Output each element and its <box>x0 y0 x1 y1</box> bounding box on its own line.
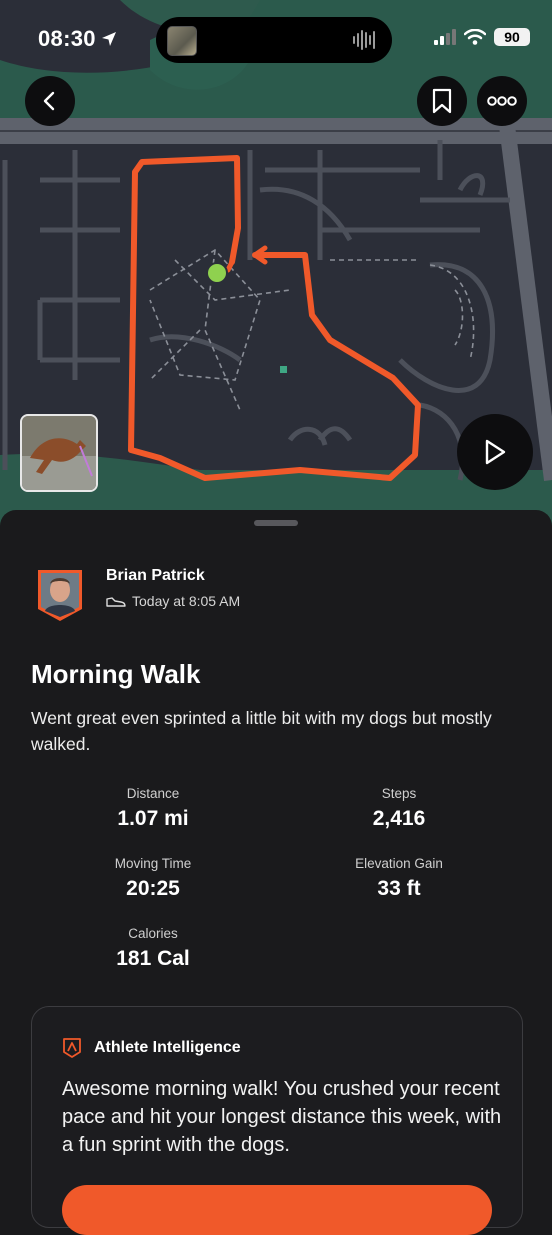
play-icon <box>485 439 506 465</box>
stat-distance: Distance 1.07 mi <box>53 786 253 831</box>
bookmark-icon <box>432 88 452 114</box>
stat-value: 1.07 mi <box>117 807 189 830</box>
activity-meta: Today at 8:05 AM <box>106 593 240 609</box>
stat-label: Steps <box>381 786 417 801</box>
activity-description: Went great even sprinted a little bit wi… <box>31 708 492 754</box>
battery-level: 90 <box>494 28 530 46</box>
start-marker <box>206 262 228 284</box>
cellular-signal-icon <box>434 29 456 45</box>
chevron-left-icon <box>43 91 55 111</box>
bookmark-button[interactable] <box>417 76 467 126</box>
status-clock: 08:30 <box>38 26 118 52</box>
stat-label: Elevation Gain <box>355 856 443 871</box>
athlete-intelligence-title: Athlete Intelligence <box>94 1039 241 1056</box>
stat-calories: Calories 181 Cal <box>53 926 253 971</box>
athlete-intelligence-action-button[interactable] <box>62 1185 492 1235</box>
activity-details-sheet[interactable]: Brian Patrick Today at 8:05 AM Morning W… <box>0 510 552 1235</box>
back-button[interactable] <box>25 76 75 126</box>
dynamic-island[interactable] <box>156 17 392 63</box>
stat-value: 2,416 <box>372 807 426 830</box>
athlete-intelligence-text: Awesome morning walk! You crushed your r… <box>62 1078 502 1156</box>
now-playing-artwork <box>167 26 197 56</box>
shoe-icon <box>106 597 126 607</box>
stat-label: Calories <box>128 926 178 941</box>
stat-value: 181 Cal <box>116 947 190 970</box>
location-arrow-icon <box>101 32 116 46</box>
stat-elevation-gain: Elevation Gain 33 ft <box>299 856 499 901</box>
wifi-icon <box>464 29 486 45</box>
athlete-name[interactable]: Brian Patrick <box>106 567 205 585</box>
audio-waveform-icon <box>353 30 375 50</box>
play-flyover-button[interactable] <box>457 414 533 490</box>
more-options-button[interactable] <box>477 76 527 126</box>
athlete-intelligence-header: Athlete Intelligence <box>62 1037 241 1059</box>
athlete-avatar[interactable] <box>35 567 85 623</box>
route-line <box>128 155 421 481</box>
stat-moving-time: Moving Time 20:25 <box>53 856 253 901</box>
stat-steps: Steps 2,416 <box>299 786 499 831</box>
stat-value: 20:25 <box>126 877 180 900</box>
more-dots-icon <box>487 96 517 106</box>
stat-label: Distance <box>126 786 180 801</box>
activity-photo-thumbnail[interactable] <box>20 414 98 492</box>
athlete-intelligence-icon <box>63 1038 81 1058</box>
athlete-intelligence-card[interactable]: Athlete Intelligence Awesome morning wal… <box>31 1006 523 1235</box>
stat-label: Moving Time <box>114 856 192 871</box>
activity-timestamp: Today at 8:05 AM <box>132 593 241 609</box>
stat-value: 33 ft <box>377 877 421 900</box>
activity-title: Morning Walk <box>31 659 201 689</box>
sheet-drag-handle[interactable] <box>254 520 298 526</box>
status-indicators: 90 <box>434 28 530 46</box>
